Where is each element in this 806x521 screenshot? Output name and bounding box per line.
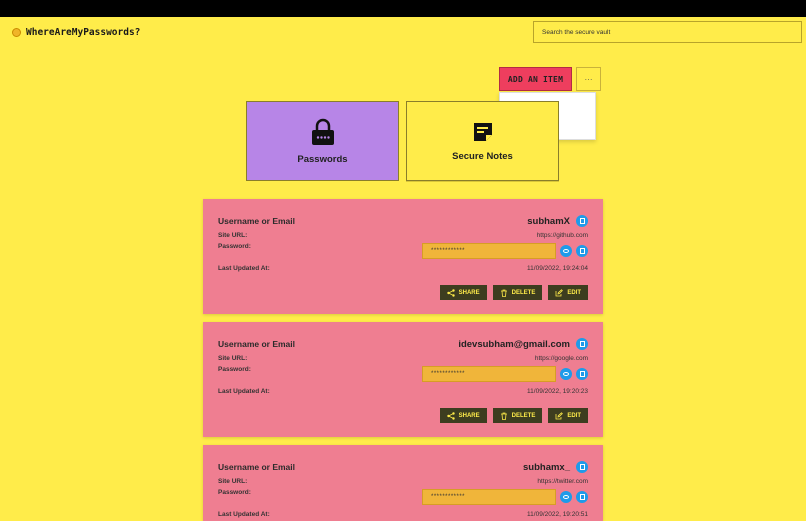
username-label: Username or Email [218, 216, 296, 226]
brand[interactable]: WhereAreMyPasswords? [12, 27, 140, 38]
edit-button[interactable]: EDIT [548, 285, 588, 300]
trash-icon [500, 289, 507, 297]
site-url-label: Site URL: [218, 232, 248, 239]
password-field[interactable]: ************ [422, 366, 556, 382]
password-card: Username or Email idevsubham@gmail.com S… [203, 322, 603, 437]
password-label: Password: [218, 243, 251, 250]
last-updated-label: Last Updated At: [218, 265, 270, 272]
edit-icon [555, 288, 564, 296]
copy-icon[interactable] [576, 215, 588, 227]
password-label: Password: [218, 366, 251, 373]
last-updated-value: 11/09/2022, 19:20:51 [527, 511, 588, 518]
category-label: Secure Notes [452, 150, 513, 162]
last-updated-value: 11/09/2022, 19:20:23 [527, 388, 588, 395]
copy-icon[interactable] [576, 491, 588, 503]
last-updated-label: Last Updated At: [218, 511, 270, 518]
category-passwords[interactable]: Passwords [246, 101, 399, 181]
eye-icon[interactable] [560, 491, 572, 503]
password-label: Password: [218, 489, 251, 496]
copy-icon[interactable] [576, 338, 588, 350]
site-url-value[interactable]: https://google.com [535, 355, 588, 362]
edit-label: EDIT [567, 289, 581, 296]
delete-label: DELETE [511, 412, 536, 419]
username-value: subhamX [527, 215, 570, 227]
last-updated-value: 11/09/2022, 19:24:04 [527, 265, 588, 272]
copy-icon[interactable] [576, 368, 588, 380]
password-field[interactable]: ************ [422, 489, 556, 505]
password-field[interactable]: ************ [422, 243, 556, 259]
site-url-value[interactable]: https://github.com [537, 232, 588, 239]
share-icon [446, 411, 455, 420]
category-secure-notes[interactable]: Secure Notes [406, 101, 559, 181]
share-label: SHARE [458, 289, 480, 296]
category-label: Passwords [297, 153, 348, 165]
username-value: subhamx_ [523, 461, 570, 473]
share-icon [446, 288, 455, 297]
lock-icon [311, 118, 334, 145]
share-button[interactable]: SHARE [439, 285, 487, 300]
more-options-button[interactable]: ··· [576, 67, 601, 91]
eye-icon[interactable] [560, 245, 572, 257]
search-input[interactable] [533, 21, 802, 43]
password-card: Username or Email subhamx_ Site URL: htt… [203, 445, 603, 521]
note-icon [473, 122, 492, 141]
password-card: Username or Email subhamX Site URL: http… [203, 199, 603, 314]
delete-button[interactable]: DELETE [492, 408, 543, 423]
copy-icon[interactable] [576, 461, 588, 473]
add-item-button[interactable]: ADD AN ITEM [499, 67, 572, 91]
delete-button[interactable]: DELETE [492, 285, 543, 300]
username-value: idevsubham@gmail.com [458, 338, 570, 350]
brand-title: WhereAreMyPasswords? [26, 27, 141, 38]
share-label: SHARE [458, 412, 480, 419]
last-updated-label: Last Updated At: [218, 388, 270, 395]
site-url-label: Site URL: [218, 355, 248, 362]
edit-button[interactable]: EDIT [548, 408, 588, 423]
site-url-value[interactable]: https://twitter.com [537, 478, 588, 485]
site-url-label: Site URL: [218, 478, 248, 485]
logo-icon [12, 28, 21, 37]
edit-icon [555, 411, 564, 419]
trash-icon [500, 412, 507, 420]
delete-label: DELETE [511, 289, 536, 296]
eye-icon[interactable] [560, 368, 572, 380]
share-button[interactable]: SHARE [439, 408, 487, 423]
top-bar [0, 0, 806, 17]
username-label: Username or Email [218, 462, 296, 472]
copy-icon[interactable] [576, 245, 588, 257]
edit-label: EDIT [567, 412, 581, 419]
username-label: Username or Email [218, 339, 296, 349]
